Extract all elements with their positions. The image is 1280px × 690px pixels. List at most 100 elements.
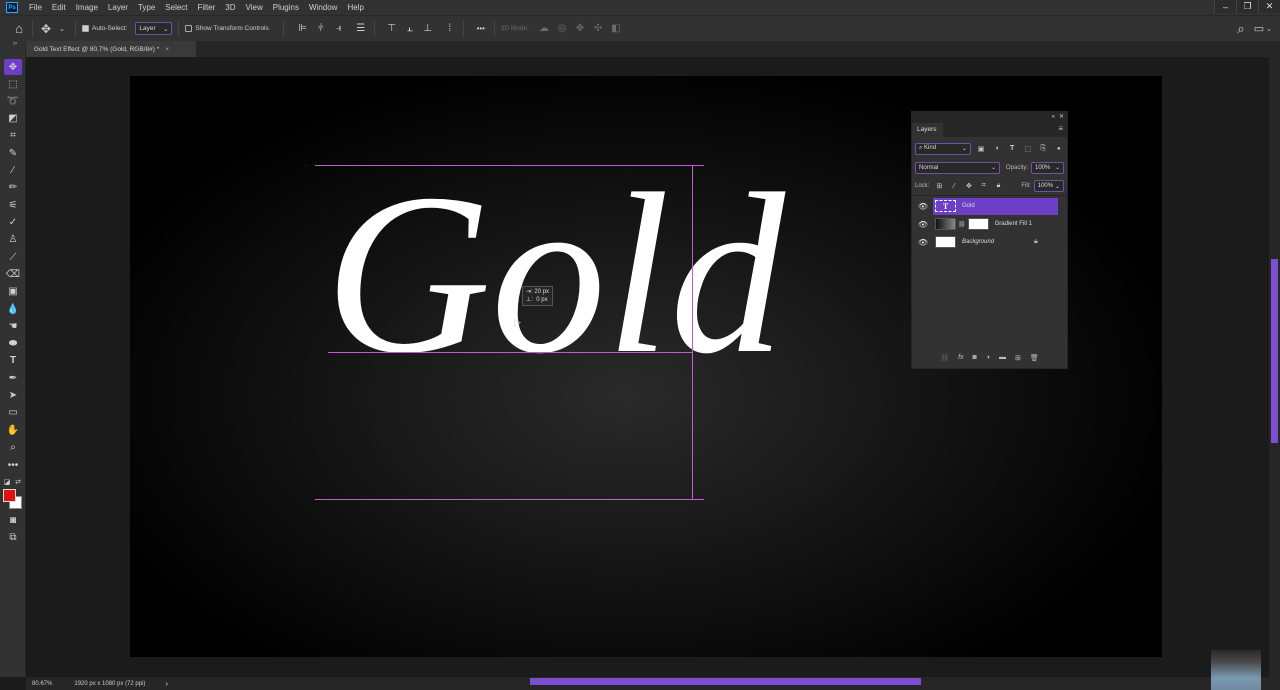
distribute-vertical-icon[interactable]: ⁞ (443, 19, 457, 39)
menu-layer[interactable]: Layer (103, 3, 133, 12)
roll-3d-icon[interactable]: ◎ (555, 19, 569, 39)
menu-type[interactable]: Type (133, 3, 160, 12)
eraser-tool[interactable]: ⌫ (4, 266, 22, 282)
menu-select[interactable]: Select (160, 3, 192, 12)
chevron-down-icon[interactable]: ⌄ (1262, 19, 1276, 39)
restore-button[interactable]: ❐ (1236, 0, 1258, 13)
camera-3d-icon[interactable]: ◧ (609, 19, 623, 39)
lock-position-icon[interactable]: ✥ (964, 181, 974, 192)
menu-filter[interactable]: Filter (193, 3, 221, 12)
lock-artboard-icon[interactable]: ⌗ (979, 181, 989, 192)
minimize-button[interactable]: – (1214, 0, 1236, 13)
lasso-tool[interactable]: ➰ (4, 93, 22, 109)
screen-mode-icon[interactable]: ⧉ (4, 529, 22, 545)
pen-tool[interactable]: ✒ (4, 370, 22, 386)
marquee-tool[interactable]: ⬚ (4, 76, 22, 92)
align-vertical-center-icon[interactable]: ⫠ (403, 19, 417, 39)
align-left-icon[interactable]: ⊫ (296, 19, 310, 39)
lock-all-icon[interactable]: 🔒︎ (994, 181, 1004, 192)
layer-row-gold[interactable]: 👁︎ T Gold (912, 197, 1067, 215)
eyedropper-tool[interactable]: ✎ (4, 145, 22, 161)
stamp-tool[interactable]: ♙ (4, 231, 22, 247)
align-top-icon[interactable]: ⊤ (385, 19, 399, 39)
clone-stamp-tool[interactable]: ⚟ (4, 197, 22, 213)
show-transform-controls-checkbox[interactable]: Show Transform Controls (185, 25, 269, 32)
more-options-icon[interactable]: ••• (474, 19, 488, 39)
history-brush-tool[interactable]: ✓ (4, 214, 22, 230)
filter-kind-dropdown[interactable]: ⌕ Kind ⌄ (915, 142, 971, 155)
chevron-down-icon[interactable]: ⌄ (55, 19, 69, 39)
blur-tool[interactable]: 💧 (4, 301, 22, 317)
path-select-tool[interactable]: ➤ (4, 387, 22, 403)
add-mask-icon[interactable]: ◙ (973, 354, 977, 362)
auto-select-target-dropdown[interactable]: Layer ⌄ (135, 22, 173, 35)
eye-icon[interactable]: 👁︎ (915, 220, 931, 229)
healing-brush-tool[interactable]: ⁄ (4, 162, 22, 178)
new-group-icon[interactable]: ▬ (999, 354, 1006, 362)
brush-tool[interactable]: ✏ (4, 179, 22, 195)
close-button[interactable]: ✕ (1258, 0, 1280, 13)
tab-layers[interactable]: Layers (912, 123, 943, 137)
filter-toggle-icon[interactable]: ● (1054, 143, 1065, 154)
zoom-level[interactable]: 80.67% (32, 681, 52, 687)
collapse-panel-icon[interactable]: ›› (6, 40, 24, 48)
more-tools-icon[interactable]: ••• (4, 457, 22, 473)
smart-object-filter-icon[interactable]: ⎘ (1038, 143, 1049, 154)
delete-layer-icon[interactable]: 🗑︎ (1030, 354, 1039, 362)
shape-layer-filter-icon[interactable]: ⬚ (1022, 143, 1033, 154)
align-right-icon[interactable]: ⫣ (332, 19, 346, 39)
pixel-layer-filter-icon[interactable]: ▣ (976, 143, 987, 154)
close-panel-icon[interactable]: ✕ (1059, 113, 1064, 120)
menu-image[interactable]: Image (71, 3, 103, 12)
layer-row-gradient-fill[interactable]: 👁︎ ⛓ Gradient Fill 1 (912, 215, 1067, 233)
default-colors-icon[interactable]: ◪ (2, 474, 12, 490)
move-tool-icon[interactable]: ✥ (39, 19, 53, 39)
menu-edit[interactable]: Edit (47, 3, 71, 12)
menu-window[interactable]: Window (304, 3, 342, 12)
foreground-color-swatch[interactable] (3, 489, 16, 502)
crop-tool[interactable]: ⌗ (4, 127, 22, 143)
orbit-3d-icon[interactable]: ☁ (537, 19, 551, 39)
link-layers-icon[interactable]: ⛓ (940, 354, 949, 362)
slide-3d-icon[interactable]: ✣ (591, 19, 605, 39)
object-select-tool[interactable]: ◩ (4, 110, 22, 126)
home-icon[interactable]: ⌂ (12, 19, 26, 39)
search-icon[interactable]: ⌕ (1234, 19, 1248, 39)
layer-row-background[interactable]: 👁︎ Background 🔒︎ (912, 233, 1067, 251)
vertical-scrollbar-thumb[interactable] (1271, 259, 1278, 443)
close-tab-icon[interactable]: × (165, 46, 169, 53)
align-horizontal-center-icon[interactable]: ⫩ (314, 19, 328, 39)
menu-plugins[interactable]: Plugins (268, 3, 304, 12)
smudge-tool[interactable]: ☚ (4, 318, 22, 334)
new-layer-icon[interactable]: ⊞ (1015, 354, 1021, 362)
menu-view[interactable]: View (241, 3, 268, 12)
zoom-tool[interactable]: ⌕ (4, 439, 22, 455)
blend-mode-dropdown[interactable]: Normal ⌄ (915, 161, 1000, 174)
swap-colors-icon[interactable]: ⇄ (13, 474, 23, 490)
art-history-brush-tool[interactable]: ⟋ (4, 249, 22, 265)
sponge-tool[interactable]: ⬬ (4, 335, 22, 351)
quick-mask-icon[interactable]: ◙ (4, 512, 22, 528)
menu-help[interactable]: Help (342, 3, 368, 12)
panel-menu-icon[interactable]: ≡ (1058, 124, 1063, 133)
opacity-field[interactable]: 100% ⌄ (1031, 161, 1064, 174)
type-layer-filter-icon[interactable]: T (1007, 143, 1018, 154)
collapse-panel-icon[interactable]: « (1052, 114, 1055, 120)
type-tool[interactable]: T (4, 352, 22, 368)
gradient-tool[interactable]: ▣ (4, 283, 22, 299)
status-menu-arrow-icon[interactable]: › (165, 679, 168, 688)
document-tab[interactable]: Gold Text Effect @ 80.7% (Gold, RGB/8#) … (26, 41, 196, 57)
eye-icon[interactable]: 👁︎ (915, 202, 931, 211)
menu-3d[interactable]: 3D (220, 3, 240, 12)
menu-file[interactable]: File (24, 3, 47, 12)
align-bottom-icon[interactable]: ⊥ (421, 19, 435, 39)
auto-select-checkbox[interactable]: Auto-Select: (82, 25, 127, 32)
pan-3d-icon[interactable]: ✥ (573, 19, 587, 39)
lock-image-icon[interactable]: ⁄ (949, 181, 959, 192)
adjustment-layer-filter-icon[interactable]: ◑ (991, 143, 1002, 154)
distribute-icon[interactable]: ☰ (354, 19, 368, 39)
hand-tool[interactable]: ✋ (4, 422, 22, 438)
fill-field[interactable]: 100% ⌄ (1033, 180, 1065, 192)
move-tool[interactable]: ✥ (4, 59, 22, 75)
eye-icon[interactable]: 👁︎ (915, 238, 931, 247)
